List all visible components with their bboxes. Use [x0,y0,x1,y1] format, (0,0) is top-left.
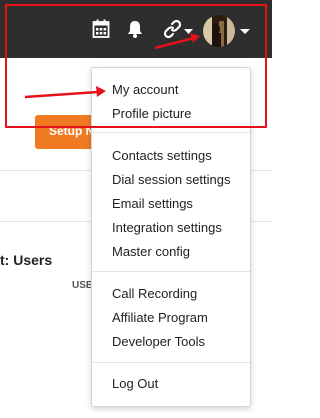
annotation-arrows [24,33,200,99]
